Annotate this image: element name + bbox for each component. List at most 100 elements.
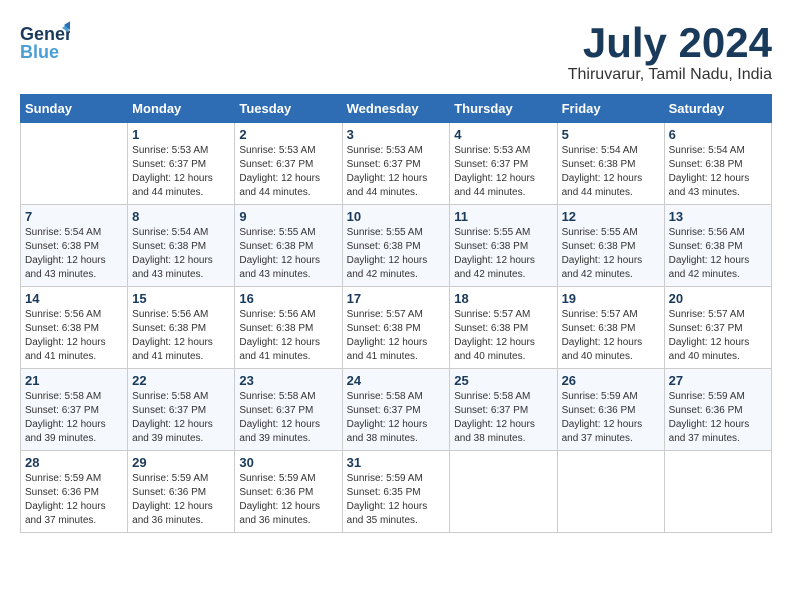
- calendar-cell: [557, 451, 664, 533]
- calendar-cell: 29 Sunrise: 5:59 AM Sunset: 6:36 PM Dayli…: [128, 451, 235, 533]
- calendar-week-4: 21 Sunrise: 5:58 AM Sunset: 6:37 PM Dayli…: [21, 369, 772, 451]
- calendar-cell: 8Sunrise: 5:54 AM Sunset: 6:38 PM Daylig…: [128, 205, 235, 287]
- page-header: General Blue July 2024 Thiruvarur, Tamil…: [20, 20, 772, 84]
- calendar-cell: 9Sunrise: 5:55 AM Sunset: 6:38 PM Daylig…: [235, 205, 342, 287]
- day-info: Sunrise: 5:56 AM Sunset: 6:38 PM Dayligh…: [25, 308, 123, 364]
- day-number: 1: [132, 127, 230, 142]
- svg-text:General: General: [20, 24, 70, 44]
- location: Thiruvarur, Tamil Nadu, India: [568, 66, 772, 84]
- weekday-header-monday: Monday: [128, 95, 235, 123]
- day-info: Sunrise: 5:59 AM Sunset: 6:36 PM Dayligh…: [669, 390, 767, 446]
- calendar-cell: 14 Sunrise: 5:56 AM Sunset: 6:38 PM Dayli…: [21, 287, 128, 369]
- day-info: Sunrise: 5:53 AM Sunset: 6:37 PM Dayligh…: [132, 144, 230, 200]
- day-info: Sunrise: 5:56 AM Sunset: 6:38 PM Dayligh…: [132, 308, 230, 364]
- day-info: Sunrise: 5:54 AM Sunset: 6:38 PM Dayligh…: [669, 144, 767, 200]
- calendar-header-row: SundayMondayTuesdayWednesdayThursdayFrid…: [21, 95, 772, 123]
- day-info: Sunrise: 5:54 AM Sunset: 6:38 PM Dayligh…: [562, 144, 660, 200]
- calendar-cell: 4 Sunrise: 5:53 AM Sunset: 6:37 PM Daylig…: [450, 123, 557, 205]
- day-info: Sunrise: 5:58 AM Sunset: 6:37 PM Dayligh…: [347, 390, 446, 446]
- day-info: Sunrise: 5:55 AM Sunset: 6:38 PM Dayligh…: [239, 226, 337, 282]
- calendar-cell: 26 Sunrise: 5:59 AM Sunset: 6:36 PM Dayli…: [557, 369, 664, 451]
- day-number: 24: [347, 373, 446, 388]
- calendar-cell: 11 Sunrise: 5:55 AM Sunset: 6:38 PM Dayli…: [450, 205, 557, 287]
- day-number: 7: [25, 209, 123, 224]
- weekday-header-wednesday: Wednesday: [342, 95, 450, 123]
- calendar-cell: 15 Sunrise: 5:56 AM Sunset: 6:38 PM Dayli…: [128, 287, 235, 369]
- day-info: Sunrise: 5:55 AM Sunset: 6:38 PM Dayligh…: [454, 226, 552, 282]
- calendar-cell: 28Sunrise: 5:59 AM Sunset: 6:36 PM Dayli…: [21, 451, 128, 533]
- calendar-cell: 1 Sunrise: 5:53 AM Sunset: 6:37 PM Daylig…: [128, 123, 235, 205]
- calendar-week-2: 7 Sunrise: 5:54 AM Sunset: 6:38 PM Daylig…: [21, 205, 772, 287]
- calendar-week-3: 14 Sunrise: 5:56 AM Sunset: 6:38 PM Dayli…: [21, 287, 772, 369]
- day-info: Sunrise: 5:59 AM Sunset: 6:36 PM Dayligh…: [562, 390, 660, 446]
- calendar-cell: [450, 451, 557, 533]
- calendar-cell: 20Sunrise: 5:57 AM Sunset: 6:37 PM Dayli…: [664, 287, 771, 369]
- day-info: Sunrise: 5:58 AM Sunset: 6:37 PM Dayligh…: [132, 390, 230, 446]
- calendar-cell: 10Sunrise: 5:55 AM Sunset: 6:38 PM Dayli…: [342, 205, 450, 287]
- day-number: 18: [454, 291, 552, 306]
- calendar-cell: 16Sunrise: 5:56 AM Sunset: 6:38 PM Dayli…: [235, 287, 342, 369]
- calendar-cell: 22Sunrise: 5:58 AM Sunset: 6:37 PM Dayli…: [128, 369, 235, 451]
- svg-text:Blue: Blue: [20, 42, 59, 62]
- day-number: 6: [669, 127, 767, 142]
- calendar-cell: 3Sunrise: 5:53 AM Sunset: 6:37 PM Daylig…: [342, 123, 450, 205]
- day-info: Sunrise: 5:57 AM Sunset: 6:38 PM Dayligh…: [454, 308, 552, 364]
- calendar-cell: 31 Sunrise: 5:59 AM Sunset: 6:35 PM Dayli…: [342, 451, 450, 533]
- calendar-cell: 7 Sunrise: 5:54 AM Sunset: 6:38 PM Daylig…: [21, 205, 128, 287]
- weekday-header-sunday: Sunday: [21, 95, 128, 123]
- day-info: Sunrise: 5:55 AM Sunset: 6:38 PM Dayligh…: [562, 226, 660, 282]
- calendar-cell: 30Sunrise: 5:59 AM Sunset: 6:36 PM Dayli…: [235, 451, 342, 533]
- month-title: July 2024: [568, 20, 772, 66]
- calendar-cell: 27 Sunrise: 5:59 AM Sunset: 6:36 PM Dayli…: [664, 369, 771, 451]
- calendar-cell: 25Sunrise: 5:58 AM Sunset: 6:37 PM Dayli…: [450, 369, 557, 451]
- day-info: Sunrise: 5:58 AM Sunset: 6:37 PM Dayligh…: [454, 390, 552, 446]
- calendar-cell: 18 Sunrise: 5:57 AM Sunset: 6:38 PM Dayli…: [450, 287, 557, 369]
- day-number: 11: [454, 209, 552, 224]
- day-number: 29: [132, 455, 230, 470]
- calendar-cell: 23 Sunrise: 5:58 AM Sunset: 6:37 PM Dayli…: [235, 369, 342, 451]
- calendar-cell: 24 Sunrise: 5:58 AM Sunset: 6:37 PM Dayli…: [342, 369, 450, 451]
- day-info: Sunrise: 5:54 AM Sunset: 6:38 PM Dayligh…: [132, 226, 230, 282]
- logo: General Blue: [20, 20, 70, 70]
- day-info: Sunrise: 5:59 AM Sunset: 6:35 PM Dayligh…: [347, 472, 446, 528]
- day-info: Sunrise: 5:58 AM Sunset: 6:37 PM Dayligh…: [239, 390, 337, 446]
- day-info: Sunrise: 5:53 AM Sunset: 6:37 PM Dayligh…: [454, 144, 552, 200]
- calendar-cell: 17 Sunrise: 5:57 AM Sunset: 6:38 PM Dayli…: [342, 287, 450, 369]
- day-info: Sunrise: 5:58 AM Sunset: 6:37 PM Dayligh…: [25, 390, 123, 446]
- calendar-cell: 12Sunrise: 5:55 AM Sunset: 6:38 PM Dayli…: [557, 205, 664, 287]
- calendar-week-1: 1 Sunrise: 5:53 AM Sunset: 6:37 PM Daylig…: [21, 123, 772, 205]
- day-number: 2: [239, 127, 337, 142]
- day-number: 31: [347, 455, 446, 470]
- calendar-cell: 6 Sunrise: 5:54 AM Sunset: 6:38 PM Daylig…: [664, 123, 771, 205]
- day-number: 16: [239, 291, 337, 306]
- day-number: 21: [25, 373, 123, 388]
- day-number: 27: [669, 373, 767, 388]
- day-info: Sunrise: 5:53 AM Sunset: 6:37 PM Dayligh…: [239, 144, 337, 200]
- calendar-cell: [664, 451, 771, 533]
- day-number: 17: [347, 291, 446, 306]
- day-number: 30: [239, 455, 337, 470]
- weekday-header-tuesday: Tuesday: [235, 95, 342, 123]
- day-info: Sunrise: 5:53 AM Sunset: 6:37 PM Dayligh…: [347, 144, 446, 200]
- calendar-week-5: 28 Sunrise: 5:59 AM Sunset: 6:36 PM Dayli…: [21, 451, 772, 533]
- day-number: 14: [25, 291, 123, 306]
- day-info: Sunrise: 5:59 AM Sunset: 6:36 PM Dayligh…: [132, 472, 230, 528]
- day-number: 23: [239, 373, 337, 388]
- day-info: Sunrise: 5:54 AM Sunset: 6:38 PM Dayligh…: [25, 226, 123, 282]
- day-number: 26: [562, 373, 660, 388]
- calendar-cell: [21, 123, 128, 205]
- weekday-header-thursday: Thursday: [450, 95, 557, 123]
- calendar-cell: 13 Sunrise: 5:56 AM Sunset: 6:38 PM Dayli…: [664, 205, 771, 287]
- day-number: 28: [25, 455, 123, 470]
- day-number: 13: [669, 209, 767, 224]
- calendar-cell: 19Sunrise: 5:57 AM Sunset: 6:38 PM Dayli…: [557, 287, 664, 369]
- title-section: July 2024 Thiruvarur, Tamil Nadu, India: [568, 20, 772, 84]
- day-number: 4: [454, 127, 552, 142]
- weekday-header-friday: Friday: [557, 95, 664, 123]
- day-number: 5: [562, 127, 660, 142]
- calendar-table: SundayMondayTuesdayWednesdayThursdayFrid…: [20, 94, 772, 533]
- day-info: Sunrise: 5:56 AM Sunset: 6:38 PM Dayligh…: [669, 226, 767, 282]
- day-info: Sunrise: 5:57 AM Sunset: 6:38 PM Dayligh…: [562, 308, 660, 364]
- day-info: Sunrise: 5:57 AM Sunset: 6:38 PM Dayligh…: [347, 308, 446, 364]
- day-number: 15: [132, 291, 230, 306]
